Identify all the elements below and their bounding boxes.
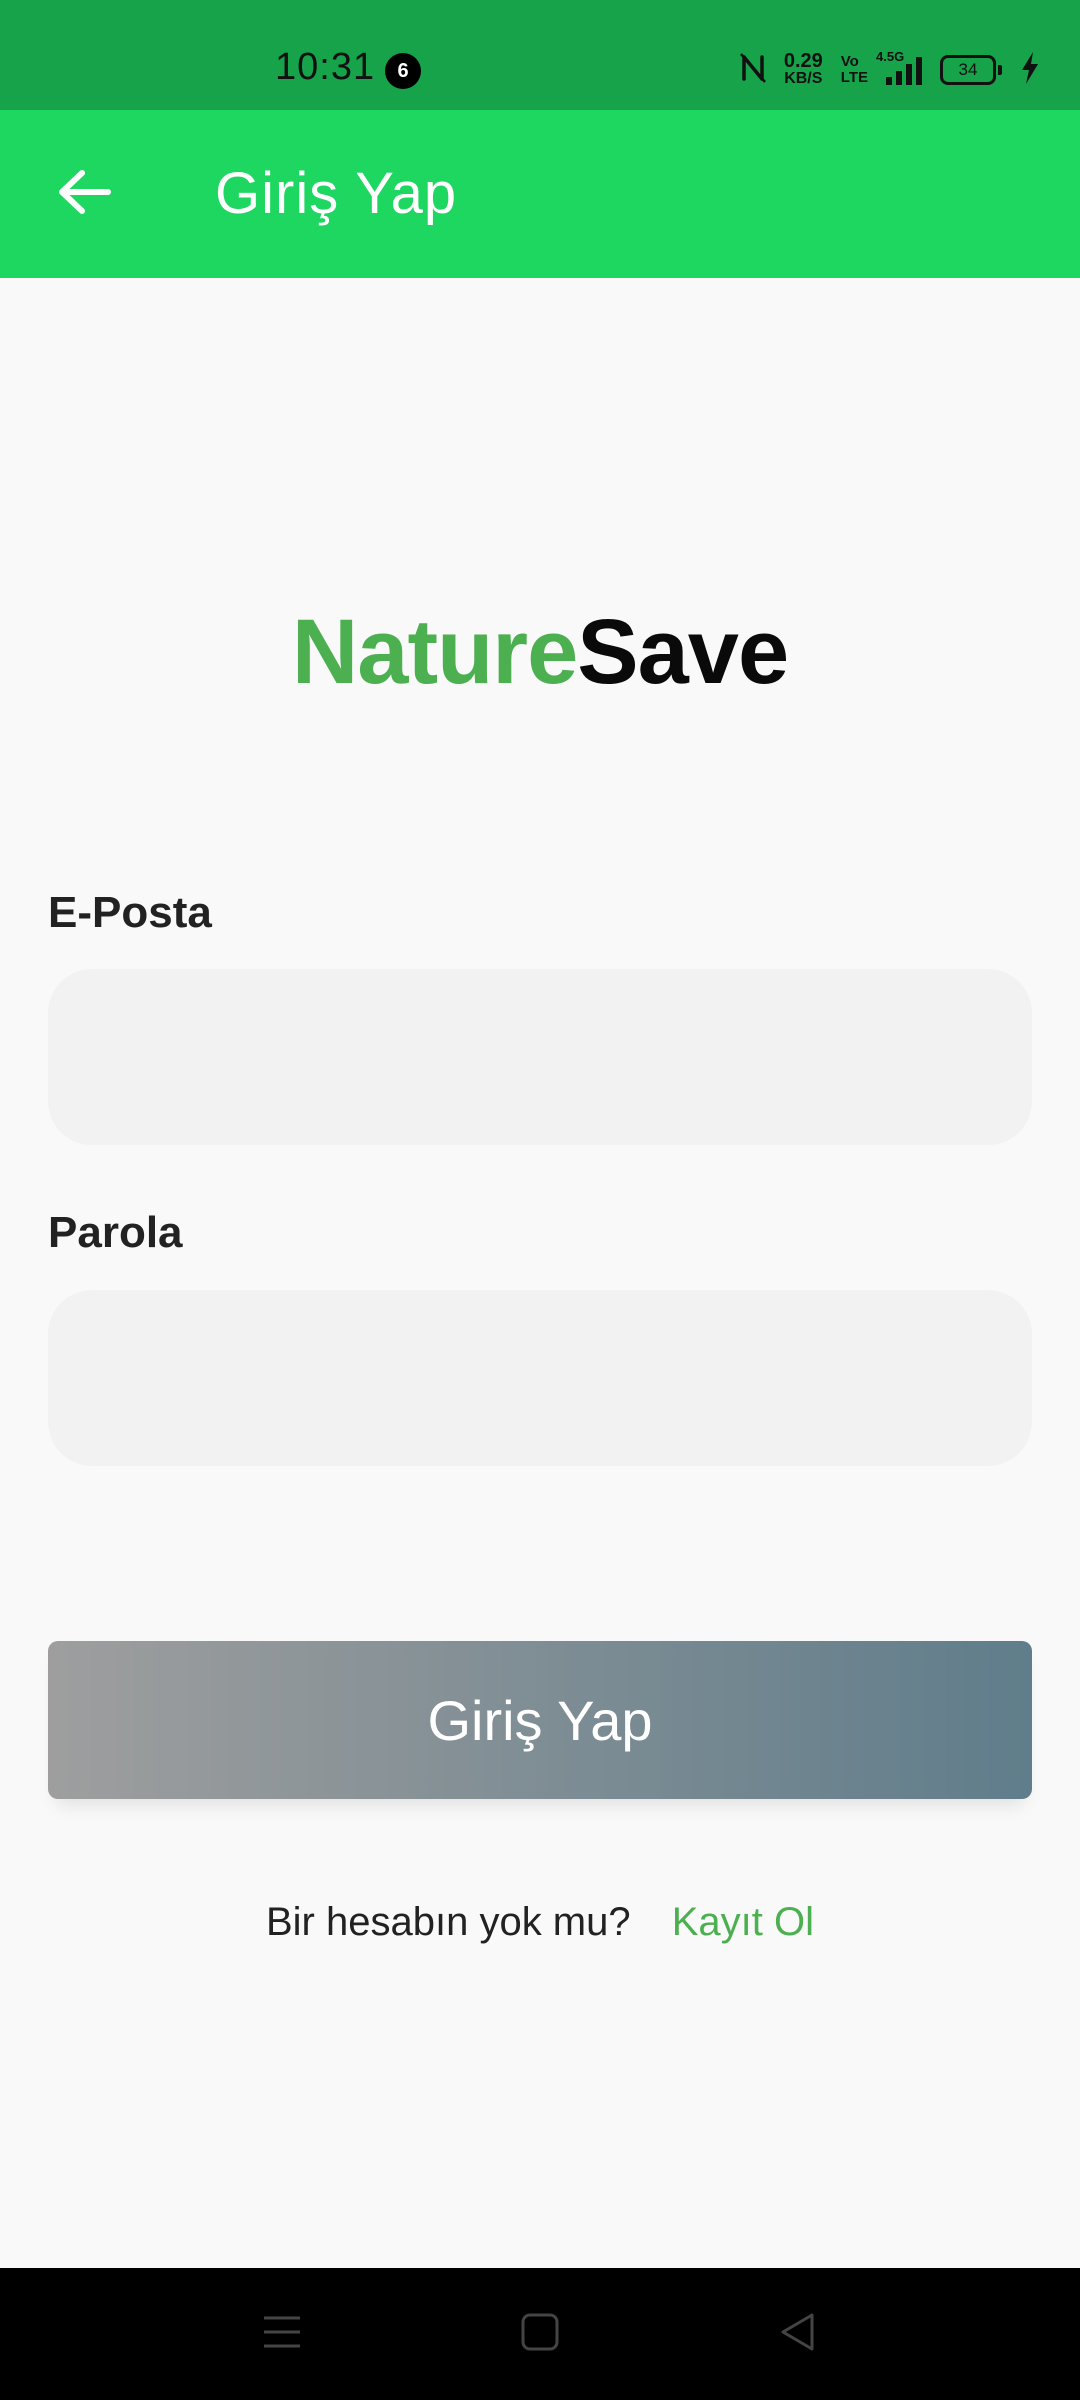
battery-level: 34: [940, 55, 996, 85]
square-icon: [520, 2312, 560, 2357]
password-field[interactable]: [48, 1290, 1032, 1466]
status-time: 10:31: [275, 46, 376, 88]
page-title: Giriş Yap: [215, 161, 458, 226]
volte-bottom-text: LTE: [840, 69, 868, 86]
back-button[interactable]: [40, 154, 128, 234]
signup-question-text: Bir hesabın yok mu?: [265, 1900, 631, 1944]
login-button[interactable]: Giriş Yap: [48, 1641, 1032, 1799]
logo-text-save: Save: [577, 601, 789, 703]
signup-prompt: Bir hesabın yok mu? Kayıt Ol: [0, 1900, 1080, 1945]
email-label: E-Posta: [48, 888, 212, 937]
network-speed-unit: KB/S: [784, 70, 823, 87]
network-speed: 0.29 KB/S: [783, 50, 823, 88]
email-field[interactable]: [48, 969, 1032, 1145]
logo-text-nature: Nature: [291, 601, 578, 703]
back-nav-button[interactable]: [758, 2298, 838, 2370]
battery-icon: 34: [940, 55, 1002, 85]
notification-count-badge: 6: [385, 53, 421, 89]
volte-indicator: Vo LTE: [841, 54, 868, 86]
network-type: 4.5G: [876, 49, 905, 64]
menu-icon: [262, 2312, 302, 2357]
app-logo: NatureSave: [0, 600, 1080, 705]
recent-apps-button[interactable]: [242, 2298, 322, 2370]
network-speed-value: 0.29: [783, 50, 823, 72]
cell-signal-icon: 4.5G: [876, 49, 922, 85]
nfc-icon: [739, 52, 766, 88]
app-bar: Giriş Yap: [0, 110, 1080, 278]
system-navigation-bar: [0, 2268, 1080, 2400]
charging-icon: [1020, 51, 1040, 90]
signup-link[interactable]: Kayıt Ol: [672, 1900, 814, 1944]
triangle-back-icon: [778, 2312, 818, 2357]
status-bar: 10:31 6 0.29 KB/S Vo LTE 4.5G 34: [0, 0, 1080, 110]
status-icons: 0.29 KB/S Vo LTE 4.5G 34: [739, 48, 1040, 92]
home-button[interactable]: [500, 2298, 580, 2370]
volte-top-text: Vo: [840, 53, 859, 70]
back-arrow-icon: [56, 167, 112, 222]
password-label: Parola: [48, 1208, 183, 1257]
